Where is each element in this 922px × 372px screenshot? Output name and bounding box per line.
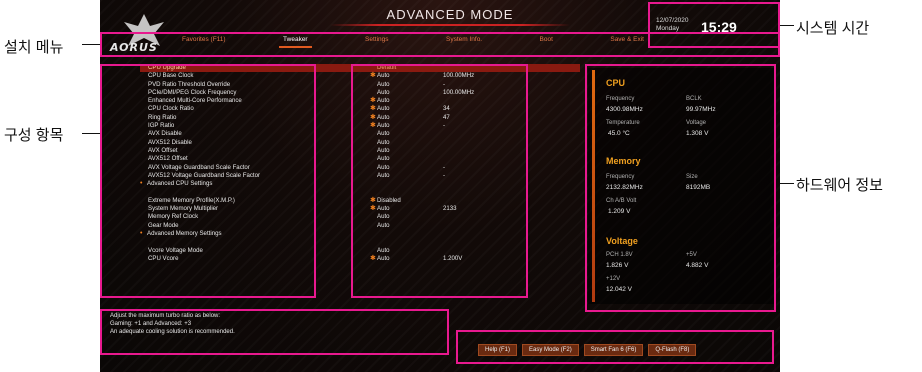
mode-title: ADVANCED MODE: [386, 7, 514, 22]
leader-config: [82, 133, 100, 134]
mode-title-underline: [330, 24, 570, 26]
annotation-box-config: [100, 64, 316, 298]
callout-system-time: 시스템 시간: [796, 20, 870, 37]
annotation-box-values: [351, 64, 528, 298]
leader-time: [780, 25, 794, 26]
leader-menu: [82, 44, 100, 45]
annotation-box-function-keys: [456, 330, 774, 364]
annotation-box-time: [648, 2, 780, 48]
callout-hardware-info: 하드웨어 정보: [796, 177, 883, 194]
annotation-box-hardware: [585, 64, 776, 312]
annotation-box-description: [100, 309, 449, 355]
callout-config-items: 구성 항목: [4, 127, 64, 144]
callout-setup-menu: 설치 메뉴: [4, 39, 64, 56]
